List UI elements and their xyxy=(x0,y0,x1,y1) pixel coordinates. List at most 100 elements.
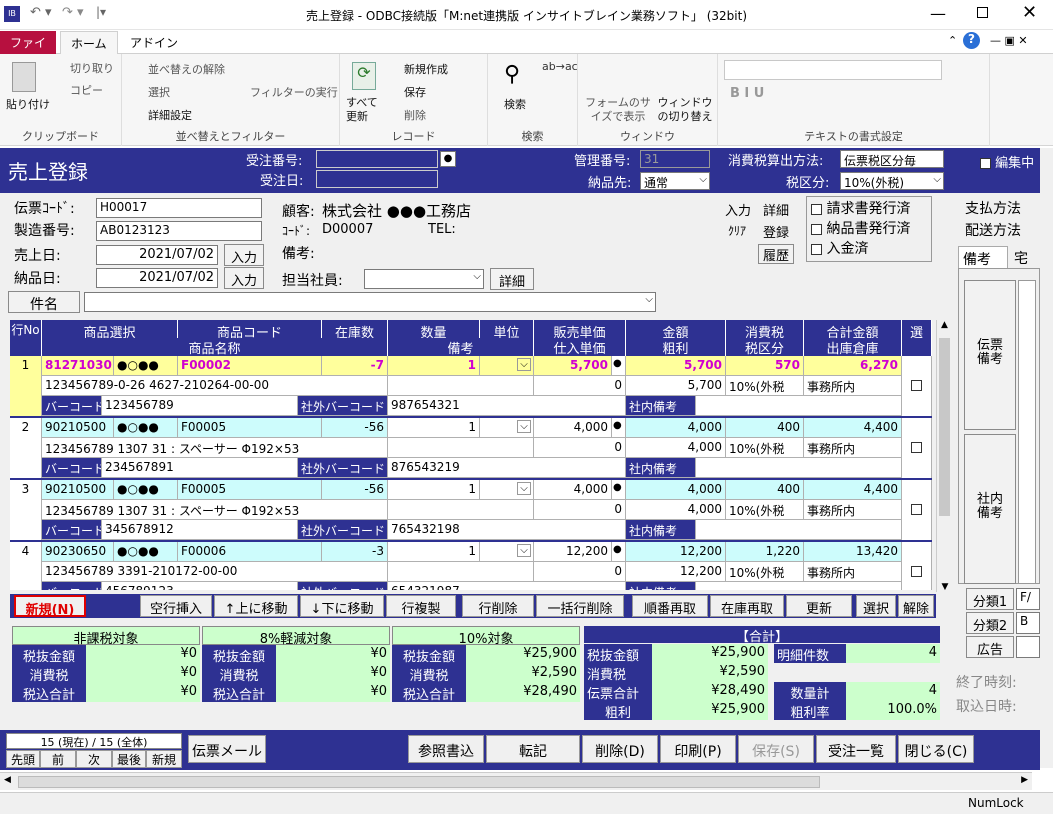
sale-price-field[interactable]: 4,000 xyxy=(534,480,612,500)
binoculars-icon[interactable]: ⚲ xyxy=(504,62,520,87)
maximize-icon[interactable] xyxy=(977,7,988,18)
price-lookup-icon[interactable]: ● xyxy=(612,480,626,500)
unit-select[interactable]: ⌵ xyxy=(480,480,534,500)
unit-select[interactable]: ⌵ xyxy=(480,418,534,438)
product-code-field[interactable]: F00005 xyxy=(178,480,322,500)
fit-form-button[interactable]: フォームのサイズで表示 xyxy=(582,96,654,124)
unit-select[interactable]: ⌵ xyxy=(480,542,534,562)
sale-price-field[interactable]: 12,200 xyxy=(534,542,612,562)
product-select-field[interactable]: 90210500 xyxy=(42,418,114,438)
tab-file[interactable]: ファイル xyxy=(0,31,56,67)
voucher-input[interactable]: H00017 xyxy=(96,198,262,218)
order-date-input[interactable] xyxy=(316,170,438,188)
internal-note-field[interactable] xyxy=(696,396,902,416)
delivery-select[interactable]: 通常 ⌵ xyxy=(640,172,710,190)
customer-detail-button[interactable]: 詳細 xyxy=(758,200,794,220)
new-row-button[interactable]: 新規(N) xyxy=(14,595,86,618)
tax-class-select[interactable]: 10%(外税) ⌵ xyxy=(840,172,944,190)
unit-select[interactable]: ⌵ xyxy=(480,356,534,376)
cost-field[interactable]: 0 xyxy=(534,562,626,582)
category1-button[interactable]: 分類1 xyxy=(966,588,1014,610)
select-all-button[interactable]: 選択 xyxy=(856,595,896,617)
delivery-date-input[interactable]: 2021/07/02 xyxy=(96,268,218,288)
customer-history-button[interactable]: 履歴 xyxy=(758,244,794,264)
warehouse-select[interactable]: 事務所内 xyxy=(804,500,902,520)
product-code-field[interactable]: F00006 xyxy=(178,542,322,562)
row-select-checkbox[interactable] xyxy=(902,418,932,480)
sale-price-field[interactable]: 5,700 xyxy=(534,356,612,376)
product-select-buttons-icon[interactable]: ●○●● xyxy=(114,356,178,376)
payment-method-button[interactable]: 支払方法 xyxy=(958,198,1028,220)
internal-note-field[interactable] xyxy=(696,458,902,478)
ref-copy-button[interactable]: 参照書込 xyxy=(408,735,484,763)
row-select-checkbox[interactable] xyxy=(902,356,932,418)
product-select-buttons-icon[interactable]: ●○●● xyxy=(114,480,178,500)
switch-window-button[interactable]: ウィンドウの切り替え xyxy=(656,96,714,124)
product-select-buttons-icon[interactable]: ●○●● xyxy=(114,542,178,562)
customer-register-button[interactable]: 登録 xyxy=(758,222,794,242)
sales-date-input[interactable]: 2021/07/02 xyxy=(96,245,218,265)
internal-note-field[interactable] xyxy=(696,520,902,540)
ext-barcode-field[interactable]: 765432198 xyxy=(388,520,626,540)
horizontal-scrollbar[interactable]: ◀ ▶ xyxy=(0,772,1032,790)
delete-record-button[interactable]: 削除 xyxy=(404,107,426,123)
ad-button[interactable]: 広告 xyxy=(966,636,1014,658)
scroll-down-icon[interactable]: ▼ xyxy=(937,582,953,592)
shipping-method-button[interactable]: 配送方法 xyxy=(958,220,1028,242)
tax-class-select[interactable]: 10%(外税 xyxy=(726,562,804,582)
sales-date-input-button[interactable]: 入力 xyxy=(224,244,264,266)
bold-icon[interactable]: B I U xyxy=(730,86,764,101)
hscroll-thumb[interactable] xyxy=(18,776,820,788)
window-controls-icon[interactable]: — ▣ ✕ xyxy=(990,34,1028,47)
edit-checkbox[interactable]: 編集中 xyxy=(980,152,1034,171)
qty-field[interactable]: 1 xyxy=(388,356,480,376)
nav-last-button[interactable]: 最後 xyxy=(112,750,146,768)
cost-field[interactable]: 0 xyxy=(534,376,626,396)
barcode-field[interactable]: 123456789 xyxy=(102,396,298,416)
duplicate-row-button[interactable]: 行複製 xyxy=(386,595,456,617)
serial-input[interactable]: AB0123123 xyxy=(96,221,262,241)
product-select-field[interactable]: 90210500 xyxy=(42,480,114,500)
refresh-button[interactable]: すべて更新 xyxy=(346,96,386,124)
font-select[interactable] xyxy=(724,60,942,80)
delete-row-button[interactable]: 行削除 xyxy=(462,595,534,617)
sale-price-field[interactable]: 4,000 xyxy=(534,418,612,438)
deselect-button[interactable]: 解除 xyxy=(898,595,934,617)
barcode-field[interactable]: 345678912 xyxy=(102,520,298,540)
cost-field[interactable]: 0 xyxy=(534,500,626,520)
staff-select[interactable]: ⌵ xyxy=(364,269,484,289)
order-lookup-icon[interactable]: ● xyxy=(440,151,456,167)
copy-button[interactable]: コピー xyxy=(70,82,103,98)
product-name-field[interactable]: 123456789-0-26 4627-210264-00-00 xyxy=(42,376,388,396)
transfer-button[interactable]: 転記 xyxy=(486,735,580,763)
bulk-delete-button[interactable]: 一括行削除 xyxy=(536,595,624,617)
product-select-field[interactable]: 81271030 xyxy=(42,356,114,376)
paid-checkbox[interactable]: 入金済 xyxy=(811,238,868,258)
product-select-field[interactable]: 90230650 xyxy=(42,542,114,562)
save-record-button[interactable]: 保存 xyxy=(404,84,426,100)
close-icon[interactable]: ✕ xyxy=(1022,2,1037,23)
save-button[interactable]: 保存(S) xyxy=(738,735,814,763)
warehouse-select[interactable]: 事務所内 xyxy=(804,376,902,396)
tax-class-select[interactable]: 10%(外税 xyxy=(726,376,804,396)
ext-barcode-field[interactable]: 654321987 xyxy=(388,582,626,590)
order-no-input[interactable] xyxy=(316,150,438,168)
delivery-note-checkbox[interactable]: 納品書発行済 xyxy=(811,218,910,238)
product-code-field[interactable]: F00002 xyxy=(178,356,322,376)
nav-first-button[interactable]: 先頭 xyxy=(6,750,40,768)
select-button[interactable]: 選択 xyxy=(148,84,170,100)
qty-field[interactable]: 1 xyxy=(388,480,480,500)
scroll-left-icon[interactable]: ◀ xyxy=(4,775,11,785)
qty-field[interactable]: 1 xyxy=(388,542,480,562)
paste-icon[interactable] xyxy=(12,62,36,92)
restock-button[interactable]: 在庫再取 xyxy=(710,595,784,617)
ext-barcode-field[interactable]: 876543219 xyxy=(388,458,626,478)
row-note-field[interactable] xyxy=(388,500,534,520)
new-record-button[interactable]: 新規作成 xyxy=(404,61,448,77)
nav-new-button[interactable]: 新規 xyxy=(146,750,182,768)
invoice-checkbox[interactable]: 請求書発行済 xyxy=(811,198,910,218)
customer-clear-button[interactable]: ｸﾘｱ xyxy=(720,222,754,242)
tax-class-select[interactable]: 10%(外税 xyxy=(726,438,804,458)
print-button[interactable]: 印刷(P) xyxy=(660,735,736,763)
warehouse-select[interactable]: 事務所内 xyxy=(804,438,902,458)
